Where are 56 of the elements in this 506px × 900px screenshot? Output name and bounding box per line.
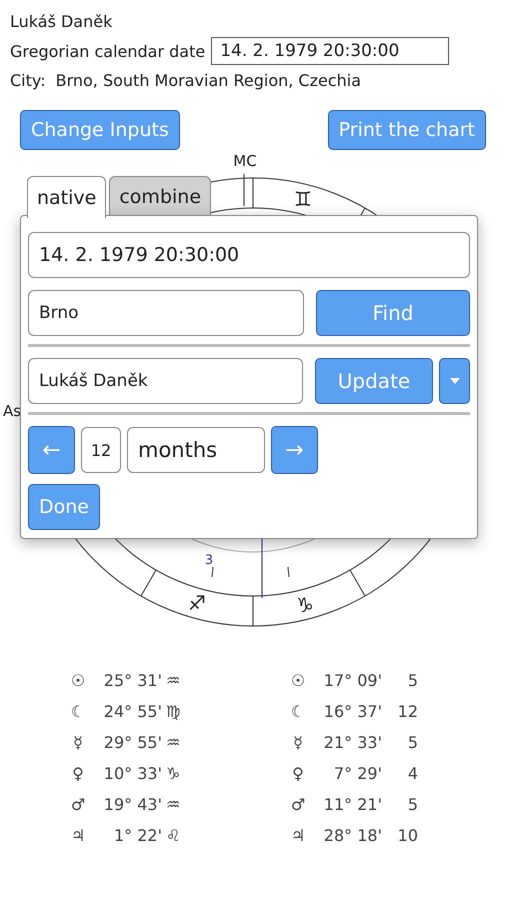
zodiac-sign: ♍ — [166, 702, 180, 721]
planet-position: 21° 33' — [322, 733, 382, 752]
planet-symbol: ☾ — [290, 702, 306, 721]
step-unit-field[interactable]: months — [127, 427, 265, 473]
planet-symbol: ♀ — [291, 764, 305, 783]
zodiac-sign: ♌ — [166, 826, 180, 845]
house-number: 5 — [406, 671, 418, 690]
planet-position: 19° 43' — [102, 795, 162, 814]
house-number: 10 — [396, 826, 418, 845]
caret-icon — [450, 378, 460, 384]
planet-symbol: ♂ — [290, 795, 306, 814]
planet-symbol: ☾ — [70, 702, 86, 721]
planet-symbol: ☉ — [70, 671, 86, 690]
date-field[interactable]: 14. 2. 1979 20:30:00 — [28, 232, 470, 278]
dropdown-button[interactable] — [439, 358, 470, 404]
city-label: City: — [10, 71, 46, 90]
city-field[interactable]: Brno — [28, 290, 304, 336]
angle-label: As — [2, 402, 22, 420]
planet-symbol: ♂ — [70, 795, 86, 814]
planet-position: 7° 29' — [332, 764, 382, 783]
planet-position: 24° 55' — [102, 702, 162, 721]
tab[interactable]: native — [27, 176, 106, 218]
planet-symbol: ☉ — [290, 671, 306, 690]
zodiac-sign: ♒ — [166, 795, 180, 814]
city-value: Brno, South Moravian Region, Czechia — [56, 71, 362, 90]
planet-position: 28° 18' — [322, 826, 382, 845]
house-number: 12 — [396, 702, 418, 721]
planet-symbol: ☿ — [72, 733, 84, 752]
zodiac-sign: ♊ — [294, 187, 312, 211]
planet-symbol: ♀ — [71, 764, 85, 783]
step-count-field[interactable]: 12 — [81, 427, 121, 473]
planet-position: 11° 21' — [322, 795, 382, 814]
zodiac-sign: ♐ — [188, 591, 206, 615]
date-field[interactable]: 14. 2. 1979 20:30:00 — [211, 37, 450, 65]
date-label: Gregorian calendar date — [10, 42, 206, 60]
planet-symbol: ☿ — [292, 733, 304, 752]
planet-position: 1° 22' — [112, 826, 162, 845]
planet-symbol: ♃ — [290, 826, 306, 845]
zodiac-sign: ♑ — [296, 593, 314, 617]
tab[interactable]: combine — [109, 176, 212, 216]
planet-position: 17° 09' — [322, 671, 382, 690]
planet-symbol: ♃ — [70, 826, 86, 845]
zodiac-sign: ♒ — [166, 671, 180, 690]
planet-position: 25° 31' — [102, 671, 162, 690]
zodiac-sign: ♑ — [166, 764, 180, 783]
house-number: 5 — [406, 795, 418, 814]
zodiac-sign: ♒ — [166, 733, 180, 752]
planet-position: 29° 55' — [102, 733, 162, 752]
person-name: Lukáš Daněk — [10, 12, 114, 31]
name-field[interactable]: Lukáš Daněk — [28, 358, 303, 404]
house-number: 4 — [406, 764, 418, 783]
planet-position: 10° 33' — [102, 764, 162, 783]
planet-position: 16° 37' — [322, 702, 382, 721]
angle-label: MC — [233, 154, 257, 170]
house-number: 3 — [204, 553, 214, 568]
house-number: 5 — [406, 733, 418, 752]
